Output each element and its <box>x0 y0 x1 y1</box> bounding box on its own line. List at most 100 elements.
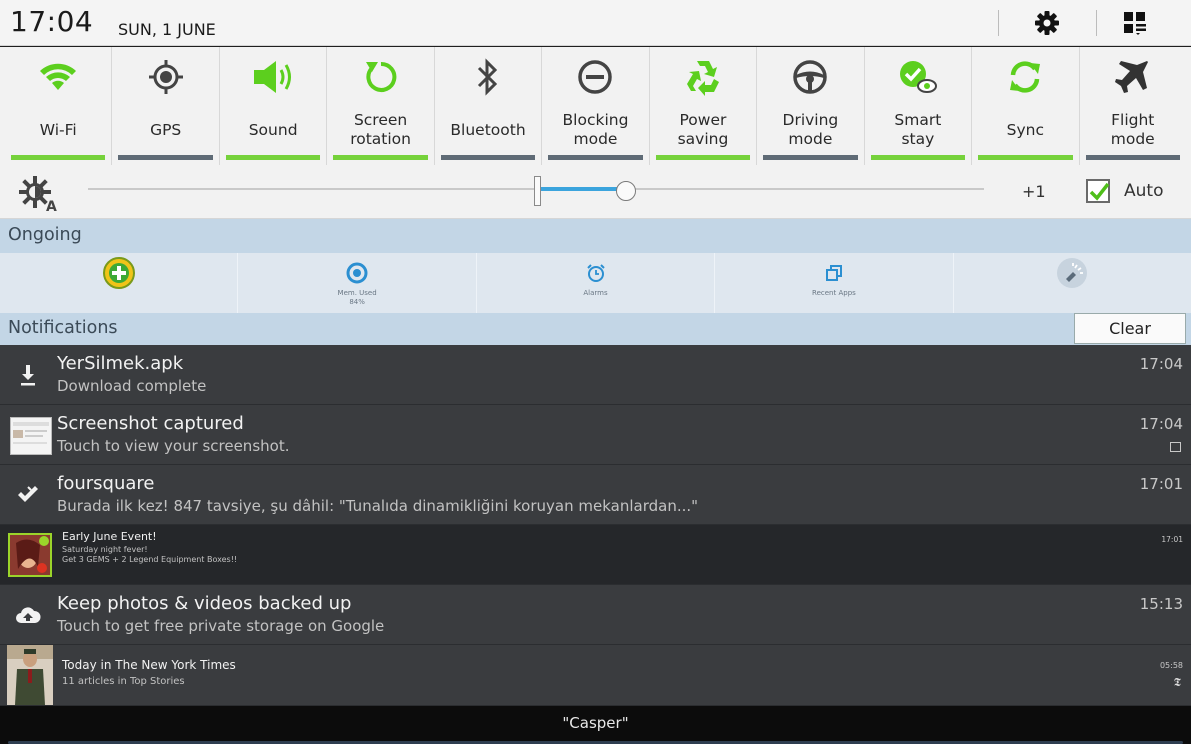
ongoing-item-recent-apps[interactable]: Recent Apps <box>715 253 954 313</box>
ongoing-label: Alarms <box>583 289 608 297</box>
toggle-wifi[interactable]: Wi-Fi <box>5 47 113 165</box>
notification-subtitle: Download complete <box>57 377 207 395</box>
notification-download[interactable]: YerSilmek.apk Download complete 17:04 <box>0 345 1191 405</box>
toggle-label: GPS <box>150 120 182 139</box>
ongoing-item-alarms[interactable]: Alarms <box>477 253 716 313</box>
notification-title: Today in The New York Times <box>62 658 236 672</box>
notification-photos-backup[interactable]: Keep photos & videos backed up Touch to … <box>0 585 1191 645</box>
ongoing-header: Ongoing <box>0 219 1191 253</box>
toggle-bluetooth[interactable]: Bluetooth <box>435 47 543 165</box>
notifications-title: Notifications <box>8 318 118 338</box>
notification-title: Screenshot captured <box>57 413 244 434</box>
toggle-label: Sync <box>1006 120 1044 139</box>
toggle-indicator <box>11 155 106 160</box>
notification-game-event[interactable]: Early June Event! Saturday night fever! … <box>0 525 1191 585</box>
cloud-upload-icon <box>10 597 46 633</box>
game-avatar-icon <box>8 533 52 577</box>
toggle-indicator <box>978 155 1073 160</box>
recycle-icon <box>650 57 756 97</box>
status-bar: 17:04 SUN, 1 JUNE <box>0 0 1191 46</box>
sync-icon <box>972 57 1078 97</box>
toggle-label: Bluetooth <box>450 120 526 139</box>
bluetooth-icon <box>435 57 541 97</box>
flashlight-icon <box>954 258 1191 288</box>
gear-icon[interactable] <box>1030 6 1064 40</box>
toggle-driving-mode[interactable]: Driving mode <box>757 47 865 165</box>
toggle-indicator <box>1085 155 1180 160</box>
brightness-auto-icon: A <box>18 174 62 215</box>
toggle-blocking-mode[interactable]: Blocking mode <box>542 47 650 165</box>
auto-brightness-checkbox[interactable] <box>1086 179 1110 203</box>
toggle-power-saving[interactable]: Power saving <box>650 47 758 165</box>
rotation-icon <box>327 57 433 97</box>
brightness-bar: A <box>0 165 1191 219</box>
ongoing-item-flashlight[interactable] <box>954 253 1191 313</box>
cleaner-icon <box>0 257 237 289</box>
toggle-indicator <box>440 155 536 160</box>
carrier-bar: "Casper" <box>0 706 1191 744</box>
notification-screenshot[interactable]: Screenshot captured Touch to view your s… <box>0 405 1191 465</box>
toggle-flight-mode[interactable]: Flight mode <box>1080 47 1186 165</box>
toggle-label: Smart stay <box>894 111 942 148</box>
gps-icon <box>112 57 218 97</box>
notification-time: 17:01 <box>1139 475 1183 493</box>
download-icon <box>10 357 46 393</box>
auto-brightness-label: Auto <box>1124 181 1164 201</box>
notification-title: YerSilmek.apk <box>57 353 184 374</box>
airplane-icon <box>1080 57 1186 97</box>
ongoing-title: Ongoing <box>8 225 82 245</box>
toggle-label: Blocking mode <box>562 111 629 148</box>
notification-title: foursquare <box>57 473 155 494</box>
toggle-indicator <box>763 155 858 160</box>
notification-title: Keep photos & videos backed up <box>57 593 352 614</box>
notification-title: Early June Event! <box>62 530 157 543</box>
toggle-indicator <box>548 155 643 160</box>
toggle-sync[interactable]: Sync <box>972 47 1080 165</box>
smart-stay-icon <box>865 57 971 97</box>
toggle-label: Screen rotation <box>350 111 411 148</box>
carrier-label: "Casper" <box>562 714 629 732</box>
notification-subtitle: 11 articles in Top Stories <box>62 676 185 687</box>
toggle-label: Sound <box>248 120 298 139</box>
alarm-icon <box>477 259 714 287</box>
foursquare-icon <box>10 477 46 513</box>
toggle-sound[interactable]: Sound <box>220 47 328 165</box>
wifi-icon <box>5 57 111 97</box>
notification-subtitle: Touch to get free private storage on Goo… <box>57 617 385 635</box>
nyt-logo-icon: 𝕿 <box>1173 675 1181 689</box>
divider <box>998 10 999 36</box>
notification-time: 17:04 <box>1139 355 1183 373</box>
sound-icon <box>220 57 326 97</box>
brightness-slider-thumb[interactable] <box>616 181 636 201</box>
ongoing-label: Recent Apps <box>812 289 856 297</box>
toggle-smart-stay[interactable]: Smart stay <box>865 47 973 165</box>
toggle-label: Power saving <box>677 111 729 148</box>
toggle-indicator <box>870 155 966 160</box>
quick-settings-toggles: Wi-Fi GPS Sound Screen rotation Bluetoot… <box>0 47 1191 165</box>
ongoing-item-memory[interactable]: Mem. Used 84% <box>238 253 477 313</box>
clear-button[interactable]: Clear <box>1074 313 1186 344</box>
toggle-indicator <box>333 155 428 160</box>
ongoing-panel: Mem. Used 84% Alarms Recent Apps <box>0 253 1191 313</box>
memory-icon <box>238 259 475 287</box>
blocking-icon <box>542 57 648 97</box>
notifications-header: Notifications <box>0 313 1191 345</box>
toggle-label: Wi-Fi <box>39 120 77 139</box>
grid-edit-icon[interactable] <box>1118 6 1152 40</box>
ongoing-item-cleaner[interactable] <box>0 253 239 313</box>
image-icon <box>1170 442 1181 452</box>
ongoing-label: Mem. Used 84% <box>337 289 377 306</box>
brightness-auto-marker <box>534 176 541 206</box>
notification-subtitle: Burada ilk kez! 847 tavsiye, şu dâhil: "… <box>57 497 699 515</box>
brightness-value: +1 <box>1022 182 1046 201</box>
notification-foursquare[interactable]: foursquare Burada ilk kez! 847 tavsiye, … <box>0 465 1191 525</box>
toggle-label: Flight mode <box>1110 111 1155 148</box>
date: SUN, 1 JUNE <box>118 20 216 39</box>
clock: 17:04 <box>10 5 94 38</box>
check-icon <box>1089 182 1110 201</box>
divider <box>1096 10 1097 36</box>
toggle-screen-rotation[interactable]: Screen rotation <box>327 47 435 165</box>
nyt-thumbnail <box>7 645 53 705</box>
notification-nyt[interactable]: Today in The New York Times 11 articles … <box>0 645 1191 706</box>
toggle-gps[interactable]: GPS <box>112 47 220 165</box>
